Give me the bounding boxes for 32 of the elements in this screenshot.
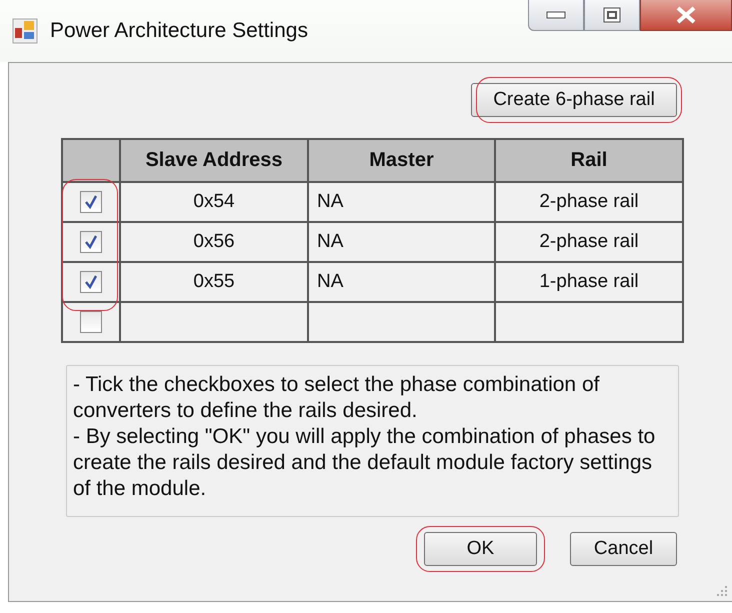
- dialog-button[interactable]: Cancel: [570, 532, 677, 566]
- table-cell: 2-phase rail: [495, 182, 683, 222]
- dialog-button[interactable]: OK: [424, 532, 537, 566]
- minimize-icon: [546, 10, 566, 20]
- row-checkbox[interactable]: [80, 270, 102, 293]
- row-checkbox[interactable]: [80, 310, 102, 333]
- table-cell: NA: [308, 222, 495, 262]
- table-cell: 0x55: [120, 262, 308, 302]
- table-cell: 0x54: [120, 182, 308, 222]
- app-icon: [12, 18, 38, 44]
- window-title: Power Architecture Settings: [50, 19, 308, 43]
- resize-grip-icon: [716, 585, 728, 597]
- table-cell: NA: [308, 262, 495, 302]
- column-header: Slave Address: [120, 139, 308, 182]
- row-checkbox[interactable]: [80, 190, 102, 213]
- close-button[interactable]: [640, 0, 732, 31]
- table-cell: NA: [308, 182, 495, 222]
- table-cell: 0x56: [120, 222, 308, 262]
- close-icon: [675, 6, 697, 24]
- column-header: Master: [308, 139, 495, 182]
- checkmark-icon: [84, 194, 98, 209]
- create-rail-button[interactable]: Create 6-phase rail: [471, 83, 677, 117]
- maximize-button[interactable]: [584, 0, 640, 31]
- row-checkbox[interactable]: [80, 230, 102, 253]
- instructions-text: - Tick the checkboxes to select the phase combination of converters to define the rails desired. - By selecting "OK" you will apply the combination of phases to create the rails desired and the default module factory settings of the module.: [66, 365, 679, 517]
- checkmark-icon: [84, 274, 98, 289]
- column-header: Rail: [495, 139, 683, 182]
- maximize-icon: [603, 7, 621, 23]
- checkmark-icon: [84, 234, 98, 249]
- table-cell: 2-phase rail: [495, 222, 683, 262]
- minimize-button[interactable]: [528, 0, 584, 31]
- table-cell: 1-phase rail: [495, 262, 683, 302]
